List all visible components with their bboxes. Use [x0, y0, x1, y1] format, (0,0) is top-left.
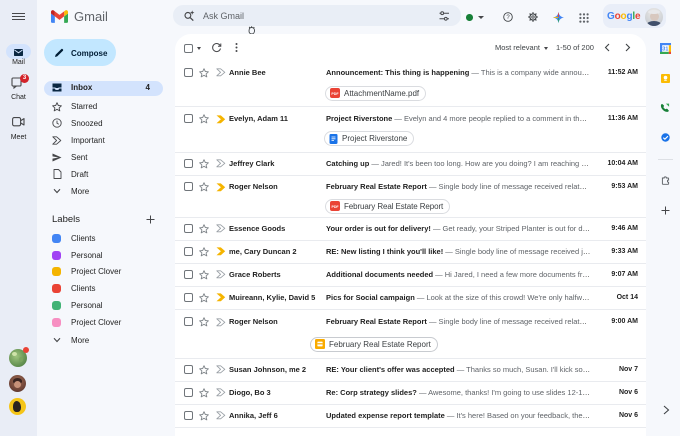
svg-text:31: 31: [662, 47, 668, 53]
svg-text:?: ?: [506, 15, 510, 21]
